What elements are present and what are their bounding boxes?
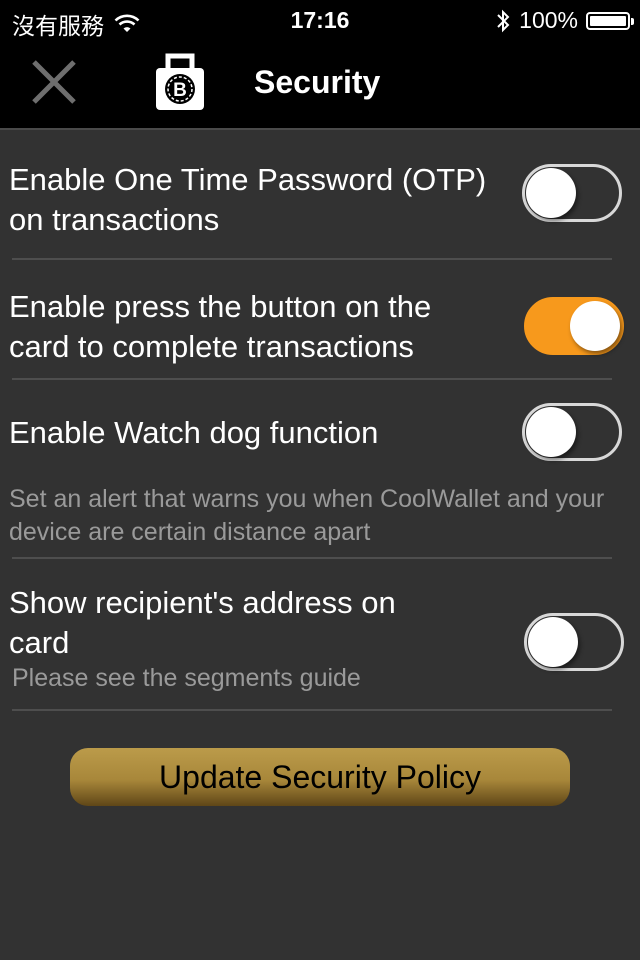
battery-icon (586, 11, 634, 30)
battery-percent: 100% (519, 7, 578, 33)
segments-guide-hint: Please see the segments guide (12, 664, 361, 692)
divider (12, 557, 612, 559)
svg-text:B: B (173, 80, 187, 101)
setting-label: Enable One Time Password (OTP) on transa… (9, 162, 487, 237)
setting-label: Enable press the button on the card to c… (9, 289, 432, 364)
page-title: Security (254, 64, 381, 100)
divider (12, 709, 612, 711)
divider (12, 378, 612, 380)
bluetooth-icon (497, 9, 510, 32)
bitcoin-lock-icon: B (156, 53, 204, 110)
otp-toggle[interactable] (522, 164, 622, 222)
setting-label: Show recipient's address on card (9, 585, 396, 660)
close-button[interactable] (28, 56, 80, 108)
setting-description: Set an alert that warns you when CoolWal… (9, 485, 605, 546)
watchdog-toggle[interactable] (522, 403, 622, 461)
update-security-policy-button[interactable]: Update Security Policy (70, 748, 570, 806)
close-icon (32, 60, 76, 104)
press-button-toggle[interactable] (524, 297, 624, 355)
divider (12, 258, 612, 260)
status-bar: 沒有服務 17:16 100% (0, 0, 640, 40)
setting-label: Enable Watch dog function (9, 415, 379, 450)
nav-bar: B Security (0, 40, 640, 130)
